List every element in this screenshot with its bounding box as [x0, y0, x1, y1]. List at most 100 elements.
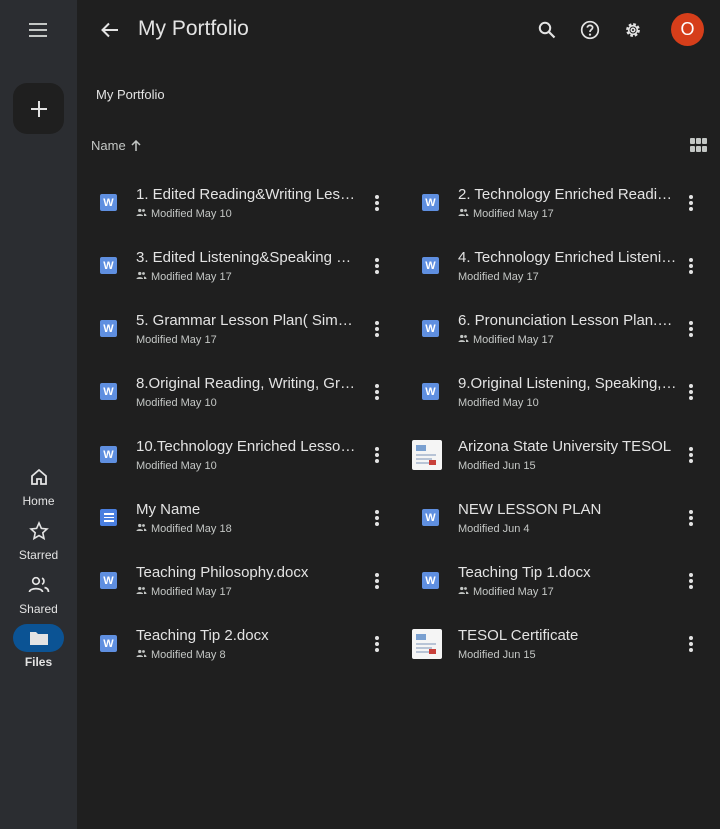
- file-name: Teaching Tip 2.docx: [136, 627, 269, 644]
- image-thumbnail-icon: [412, 440, 442, 470]
- word-file-icon: W: [422, 572, 439, 589]
- more-options-icon[interactable]: [373, 194, 381, 212]
- star-icon: [0, 517, 77, 545]
- nav-shared-label: Shared: [19, 602, 58, 616]
- more-options-icon[interactable]: [373, 572, 381, 590]
- file-row[interactable]: W Teaching Philosophy.docx Modified May 17: [92, 548, 414, 611]
- more-options-icon[interactable]: [687, 509, 695, 527]
- word-file-icon: W: [422, 257, 439, 274]
- file-meta: Modified May 17: [458, 208, 554, 220]
- word-file-icon: W: [100, 383, 117, 400]
- nav-starred[interactable]: Starred: [0, 517, 77, 562]
- file-name: 2. Technology Enriched Reading ...: [458, 186, 680, 203]
- modified-date: Modified May 10: [136, 460, 217, 472]
- sort-by-name-button[interactable]: Name: [91, 138, 141, 153]
- file-row[interactable]: Arizona State University TESOL Modified J…: [412, 422, 720, 485]
- more-options-icon[interactable]: [687, 572, 695, 590]
- file-row[interactable]: W 9.Original Listening, Speaking, Pr... Mo…: [414, 359, 720, 422]
- plus-icon: [30, 100, 47, 117]
- file-list: W 1. Edited Reading&Writing Lesson... Modi…: [92, 170, 720, 674]
- modified-date: Modified May 17: [151, 271, 232, 283]
- modified-date: Modified Jun 15: [458, 460, 536, 472]
- more-options-icon[interactable]: [687, 320, 695, 338]
- file-meta: Modified May 10: [136, 208, 232, 220]
- file-row[interactable]: W 5. Grammar Lesson Plan( Simpl P... Modif…: [92, 296, 414, 359]
- settings-gear-icon[interactable]: [621, 18, 645, 42]
- file-row[interactable]: W 1. Edited Reading&Writing Lesson... Modi…: [92, 170, 414, 233]
- shared-people-icon: [136, 208, 147, 220]
- more-options-icon[interactable]: [373, 320, 381, 338]
- file-name: TESOL Certificate: [458, 627, 579, 644]
- file-row[interactable]: W 3. Edited Listening&Speaking Les... Modi…: [92, 233, 414, 296]
- word-file-icon: W: [422, 320, 439, 337]
- modified-date: Modified May 17: [151, 586, 232, 598]
- file-name: 10.Technology Enriched Lesson P...: [136, 438, 358, 455]
- file-name: 8.Original Reading, Writing, Gra...: [136, 375, 358, 392]
- file-row[interactable]: W Teaching Tip 2.docx Modified May 8: [92, 611, 414, 674]
- file-row[interactable]: W 8.Original Reading, Writing, Gra... Modi…: [92, 359, 414, 422]
- modified-date: Modified Jun 4: [458, 523, 530, 535]
- file-meta: Modified May 17: [458, 334, 554, 346]
- file-row[interactable]: W 2. Technology Enriched Reading ... Modif…: [414, 170, 720, 233]
- grid-view-icon[interactable]: [690, 138, 707, 152]
- file-name: 3. Edited Listening&Speaking Les...: [136, 249, 358, 266]
- search-icon[interactable]: [535, 18, 559, 42]
- word-file-icon: W: [100, 635, 117, 652]
- modified-date: Modified May 17: [136, 334, 217, 346]
- word-file-icon: W: [422, 194, 439, 211]
- top-app-bar: My Portfolio O: [77, 0, 720, 60]
- file-row[interactable]: My Name Modified May 18: [92, 485, 414, 548]
- file-row[interactable]: W Teaching Tip 1.docx Modified May 17: [414, 548, 720, 611]
- back-arrow-icon[interactable]: [98, 18, 122, 42]
- more-options-icon[interactable]: [373, 257, 381, 275]
- word-file-icon: W: [100, 572, 117, 589]
- file-meta: Modified May 17: [136, 586, 232, 598]
- file-meta: Modified May 17: [458, 271, 539, 283]
- breadcrumb[interactable]: My Portfolio: [96, 87, 165, 102]
- nav-home[interactable]: Home: [0, 463, 77, 508]
- file-row[interactable]: W NEW LESSON PLAN Modified Jun 4: [414, 485, 720, 548]
- file-name: My Name: [136, 501, 201, 518]
- word-file-icon: W: [100, 446, 117, 463]
- page-title: My Portfolio: [138, 17, 249, 40]
- shared-people-icon: [136, 523, 147, 535]
- file-meta: Modified May 17: [458, 586, 554, 598]
- google-doc-icon: [100, 509, 117, 526]
- shared-people-icon: [136, 271, 147, 283]
- file-row[interactable]: W 10.Technology Enriched Lesson P... Modif…: [92, 422, 414, 485]
- file-row[interactable]: W 6. Pronunciation Lesson Plan.docx Modifi…: [414, 296, 720, 359]
- more-options-icon[interactable]: [687, 446, 695, 464]
- file-meta: Modified Jun 15: [458, 649, 536, 661]
- file-name: 6. Pronunciation Lesson Plan.docx: [458, 312, 680, 329]
- word-file-icon: W: [100, 320, 117, 337]
- file-row[interactable]: TESOL Certificate Modified Jun 15: [412, 611, 720, 674]
- file-name: Teaching Philosophy.docx: [136, 564, 309, 581]
- new-button[interactable]: [13, 83, 64, 134]
- folder-icon: [13, 624, 64, 652]
- nav-shared[interactable]: Shared: [0, 571, 77, 616]
- more-options-icon[interactable]: [373, 446, 381, 464]
- menu-icon[interactable]: [26, 18, 50, 42]
- more-options-icon[interactable]: [687, 194, 695, 212]
- modified-date: Modified May 17: [473, 586, 554, 598]
- file-row[interactable]: W 4. Technology Enriched Listening... Modi…: [414, 233, 720, 296]
- home-icon: [0, 463, 77, 491]
- modified-date: Modified May 8: [151, 649, 226, 661]
- more-options-icon[interactable]: [373, 383, 381, 401]
- nav-files[interactable]: Files: [0, 624, 77, 669]
- file-name: 4. Technology Enriched Listening...: [458, 249, 680, 266]
- word-file-icon: W: [422, 509, 439, 526]
- file-name: Arizona State University TESOL: [458, 438, 672, 455]
- more-options-icon[interactable]: [687, 383, 695, 401]
- more-options-icon[interactable]: [373, 509, 381, 527]
- more-options-icon[interactable]: [373, 635, 381, 653]
- nav-starred-label: Starred: [18, 548, 59, 562]
- navigation-rail: Home Starred Shared Files: [0, 0, 77, 829]
- account-avatar[interactable]: O: [671, 13, 704, 46]
- more-options-icon[interactable]: [687, 635, 695, 653]
- help-icon[interactable]: [578, 18, 602, 42]
- file-name: Teaching Tip 1.docx: [458, 564, 591, 581]
- modified-date: Modified May 17: [458, 271, 539, 283]
- file-meta: Modified May 17: [136, 271, 232, 283]
- more-options-icon[interactable]: [687, 257, 695, 275]
